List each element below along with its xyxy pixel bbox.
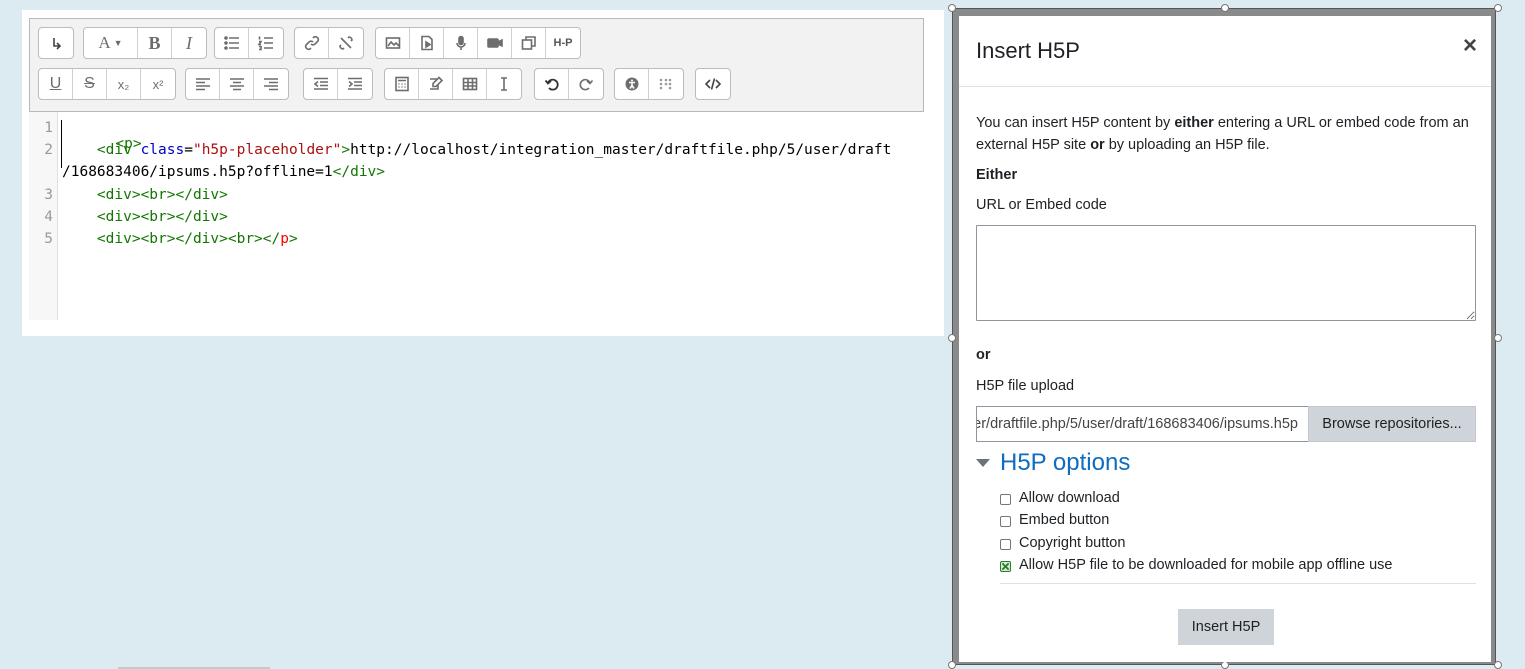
code-line-2-wrap: /168683406/ipsums.h5p?offline=1</div> [62,164,386,180]
line-number: 2 [44,142,53,158]
dialog-header: Insert H5P × [959,16,1491,87]
align-left-icon[interactable] [186,69,220,99]
options-divider [1000,583,1476,584]
editor: A ▼ B I H-P U S x₂ x² 1 2 3 4 5 <p> <div… [22,10,944,336]
toolbar-group-html [695,68,731,100]
resize-handle[interactable] [1221,4,1229,12]
clear-formatting-icon[interactable] [487,69,521,99]
line-number: 5 [44,231,53,247]
collapse-triangle-icon [976,459,990,467]
resize-handle[interactable] [1494,4,1502,12]
resize-handle[interactable] [1494,334,1502,342]
collapse-icon[interactable] [39,28,73,58]
url-label: URL or Embed code [976,197,1107,213]
browse-repositories-button[interactable]: Browse repositories... [1308,406,1476,442]
subscript-icon[interactable]: x₂ [107,69,141,99]
special-char-icon[interactable] [419,69,453,99]
url-embed-input[interactable] [976,225,1476,321]
toolbar-group-insert [384,68,522,100]
resize-handle[interactable] [948,661,956,669]
h5p-icon[interactable]: H-P [546,28,580,58]
redo-icon[interactable] [569,69,603,99]
insert-h5p-dialog: Insert H5P × You can insert H5P content … [959,16,1491,662]
superscript-icon[interactable]: x² [141,69,175,99]
toolbar-group-align [185,68,289,100]
file-upload-input[interactable]: http://localhost/integration_master/draf… [976,406,1309,442]
indent-icon[interactable] [338,69,372,99]
bold-icon[interactable]: B [138,28,172,58]
option-copyright-button[interactable]: Copyright button [1000,535,1125,551]
align-center-icon[interactable] [220,69,254,99]
unlink-icon[interactable] [329,28,363,58]
code-line-2: <div class="h5p-placeholder">http://loca… [96,142,892,158]
toolbar-group-accessibility [614,68,684,100]
html-icon[interactable] [696,69,730,99]
option-allow-download[interactable]: Allow download [1000,490,1120,506]
line-number: 1 [44,120,53,136]
record-audio-icon[interactable] [444,28,478,58]
accessibility-checker-icon[interactable] [615,69,649,99]
outdent-icon[interactable] [304,69,338,99]
code-line-3: <div><br></div> [96,187,228,203]
resize-handle[interactable] [948,4,956,12]
line-number: 4 [44,209,53,225]
or-label: or [976,347,991,363]
equation-icon[interactable] [385,69,419,99]
toolbar-group-collapse [38,27,74,59]
check-icon [1001,562,1010,570]
table-icon[interactable] [453,69,487,99]
font-style-icon[interactable]: A ▼ [84,28,138,58]
dialog-title: Insert H5P [976,38,1080,63]
code-line-5: <div><br></div><br></p> [96,231,298,247]
toolbar-group-lists [214,27,284,59]
upload-label: H5P file upload [976,378,1075,394]
manage-files-icon[interactable] [512,28,546,58]
checkbox[interactable] [1000,493,1011,505]
toolbar-group-links [294,27,364,59]
dialog-intro-text: You can insert H5P content by either ent… [976,115,1469,153]
html-source-editor[interactable]: 1 2 3 4 5 <p> <div class="h5p-placeholde… [29,112,944,322]
insert-h5p-button[interactable]: Insert H5P [1178,609,1274,645]
toolbar-group-font: U S x₂ x² [38,68,176,100]
h5p-options-toggle[interactable]: H5P options [976,449,1130,477]
editor-toolbar: A ▼ B I H-P U S x₂ x² [29,18,924,112]
link-icon[interactable] [295,28,329,58]
toolbar-group-indent [303,68,373,100]
line-number-gutter: 1 2 3 4 5 [29,112,58,320]
screenreader-helper-icon[interactable] [649,69,683,99]
unordered-list-icon[interactable] [215,28,249,58]
media-icon[interactable] [410,28,444,58]
resize-handle[interactable] [1221,661,1229,669]
checkbox[interactable] [1000,538,1011,550]
checkbox[interactable] [1000,515,1011,527]
close-icon[interactable]: × [1463,32,1477,60]
option-embed-button[interactable]: Embed button [1000,512,1109,528]
align-right-icon[interactable] [254,69,288,99]
strikethrough-icon[interactable]: S [73,69,107,99]
resize-handle[interactable] [1494,661,1502,669]
italic-icon[interactable]: I [172,28,206,58]
resize-handle[interactable] [948,334,956,342]
undo-icon[interactable] [535,69,569,99]
record-video-icon[interactable] [478,28,512,58]
h5p-options-title: H5P options [1000,449,1131,476]
toolbar-group-text: A ▼ B I [83,27,207,59]
toolbar-group-history [534,68,604,100]
ordered-list-icon[interactable] [249,28,283,58]
line-number: 3 [44,187,53,203]
underline-icon[interactable]: U [39,69,73,99]
toolbar-group-media: H-P [375,27,581,59]
code-line-4: <div><br></div> [96,209,228,225]
checkbox-checked[interactable] [1000,560,1011,572]
either-label: Either [976,167,1018,183]
image-icon[interactable] [376,28,410,58]
option-offline-download[interactable]: Allow H5P file to be downloaded for mobi… [1000,557,1392,573]
